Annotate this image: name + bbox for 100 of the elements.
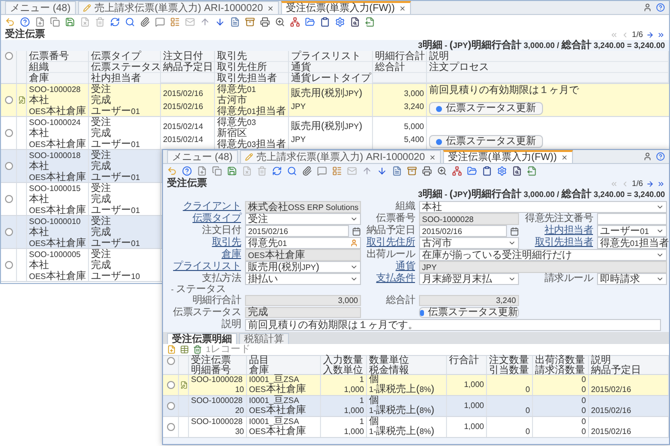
- field-label[interactable]: 社内担当者: [523, 225, 593, 237]
- zoom-icon[interactable]: [275, 17, 285, 27]
- last-page-icon[interactable]: [657, 30, 665, 38]
- description-field[interactable]: 前回見積りの有効期限は１ヶ月です。: [245, 319, 661, 331]
- row-checkbox[interactable]: [4, 129, 12, 137]
- detail-tab[interactable]: 税額計算: [239, 333, 289, 344]
- status-update-button[interactable]: 伝票ステータス更新: [419, 307, 519, 318]
- last-page-icon[interactable]: [657, 180, 665, 188]
- refresh-icon[interactable]: [110, 17, 120, 27]
- search-icon[interactable]: [287, 166, 297, 176]
- row-checkbox[interactable]: [4, 162, 12, 170]
- report-icon[interactable]: [230, 17, 240, 27]
- date-field[interactable]: 2015/02/16: [419, 225, 507, 237]
- dropdown-field[interactable]: 古河市: [419, 237, 519, 249]
- field-label[interactable]: 通貨: [365, 261, 415, 273]
- export-icon[interactable]: [365, 17, 375, 27]
- next-page-icon[interactable]: [646, 180, 654, 188]
- print-icon[interactable]: [422, 166, 432, 176]
- help-icon[interactable]: [656, 3, 665, 12]
- lookup-field[interactable]: 得意先01: [245, 237, 361, 249]
- edit-record-icon[interactable]: [18, 96, 26, 104]
- grid-toggle-icon[interactable]: [332, 166, 342, 176]
- field-label[interactable]: 取引先: [171, 237, 241, 249]
- dropdown-field[interactable]: 即時請求: [597, 273, 667, 285]
- row-checkbox[interactable]: [166, 402, 174, 410]
- grid-toggle-icon[interactable]: [170, 17, 180, 27]
- folder-icon[interactable]: [467, 166, 477, 176]
- select-all-checkbox[interactable]: [166, 357, 174, 365]
- dropdown-field[interactable]: ユーザー01: [597, 225, 667, 237]
- row-checkbox[interactable]: [4, 195, 12, 203]
- field-label[interactable]: プライスリスト: [171, 261, 241, 273]
- copy-icon[interactable]: [50, 17, 60, 27]
- paperclip-icon[interactable]: [140, 17, 150, 27]
- new-record-icon[interactable]: [35, 17, 45, 27]
- dropdown-field[interactable]: 受注: [245, 213, 361, 225]
- window-tab[interactable]: 売上請求伝票(単票入力) ARI-1000020: [78, 1, 279, 14]
- chat-icon[interactable]: [155, 17, 165, 27]
- archive-icon[interactable]: [245, 17, 255, 27]
- search-icon[interactable]: [125, 17, 135, 27]
- field-label[interactable]: 伝票タイプ: [171, 213, 241, 225]
- field-label[interactable]: 取引先住所: [365, 237, 415, 249]
- row-checkbox[interactable]: [4, 96, 12, 104]
- refresh-icon[interactable]: [272, 166, 282, 176]
- row-checkbox[interactable]: [166, 423, 174, 431]
- date-field[interactable]: 2015/02/16: [245, 225, 349, 237]
- table-icon[interactable]: [180, 345, 189, 354]
- row-checkbox[interactable]: [166, 381, 174, 389]
- dropdown-field[interactable]: 月末締翌月末払: [419, 273, 519, 285]
- status-update-button[interactable]: 伝票ステータス更新: [429, 102, 543, 115]
- field-label[interactable]: 取引先担当者: [523, 237, 593, 249]
- close-icon[interactable]: [560, 154, 568, 161]
- new-record-icon[interactable]: [197, 166, 207, 176]
- field-label[interactable]: クライアント: [171, 201, 241, 213]
- dropdown-field[interactable]: 販売用(税別JPY): [245, 261, 361, 273]
- export-icon[interactable]: [527, 166, 537, 176]
- settings-icon[interactable]: [497, 166, 507, 176]
- help-icon[interactable]: [20, 17, 30, 27]
- file-search-icon[interactable]: [350, 17, 360, 27]
- window-tab[interactable]: メニュー (48): [5, 1, 76, 14]
- archive-icon[interactable]: [407, 166, 417, 176]
- folder-icon[interactable]: [305, 17, 315, 27]
- window-tab[interactable]: 売上請求伝票(単票入力) ARI-1000020: [240, 150, 441, 163]
- up-arrow-icon[interactable]: [362, 166, 372, 176]
- row-checkbox[interactable]: [4, 261, 12, 269]
- next-page-icon[interactable]: [646, 30, 654, 38]
- section-header[interactable]: - ステータス: [171, 285, 226, 295]
- undo-icon[interactable]: [5, 17, 15, 27]
- status-update-button[interactable]: 伝票ステータス更新: [429, 135, 543, 148]
- help-icon[interactable]: [182, 166, 192, 176]
- edit-record-icon[interactable]: [180, 381, 188, 389]
- up-arrow-icon[interactable]: [200, 17, 210, 27]
- delete-icon[interactable]: [193, 345, 202, 354]
- settings-icon[interactable]: [335, 17, 345, 27]
- save-icon[interactable]: [65, 17, 75, 27]
- workflow-icon[interactable]: [452, 166, 462, 176]
- dropdown-field[interactable]: 在庫が揃っている受注明細行だけ: [419, 249, 667, 261]
- zoom-icon[interactable]: [437, 166, 447, 176]
- print-icon[interactable]: [260, 17, 270, 27]
- close-icon[interactable]: [428, 154, 436, 160]
- detail-tab[interactable]: 受注伝票明細: [167, 333, 237, 344]
- report-icon[interactable]: [392, 166, 402, 176]
- input-field[interactable]: [597, 213, 667, 225]
- down-arrow-icon[interactable]: [215, 17, 225, 27]
- window-tab[interactable]: 受注伝票(単票入力(FW)): [280, 1, 411, 14]
- copy-icon[interactable]: [212, 166, 222, 176]
- calendar-icon[interactable]: [510, 226, 519, 236]
- clipboard-icon[interactable]: [482, 166, 492, 176]
- clipboard-icon[interactable]: [320, 17, 330, 27]
- down-arrow-icon[interactable]: [377, 166, 387, 176]
- user-icon[interactable]: [643, 152, 652, 161]
- close-icon[interactable]: [398, 5, 406, 12]
- save-icon[interactable]: [227, 166, 237, 176]
- user-icon[interactable]: [643, 3, 652, 12]
- new-line-icon[interactable]: [167, 345, 176, 354]
- dropdown-field[interactable]: 本社: [419, 201, 667, 213]
- dropdown-field[interactable]: 得意先01担当者: [597, 237, 667, 249]
- window-tab[interactable]: メニュー (48): [167, 150, 238, 163]
- select-all-checkbox[interactable]: [4, 52, 12, 60]
- row-checkbox[interactable]: [4, 228, 12, 236]
- close-icon[interactable]: [266, 4, 274, 12]
